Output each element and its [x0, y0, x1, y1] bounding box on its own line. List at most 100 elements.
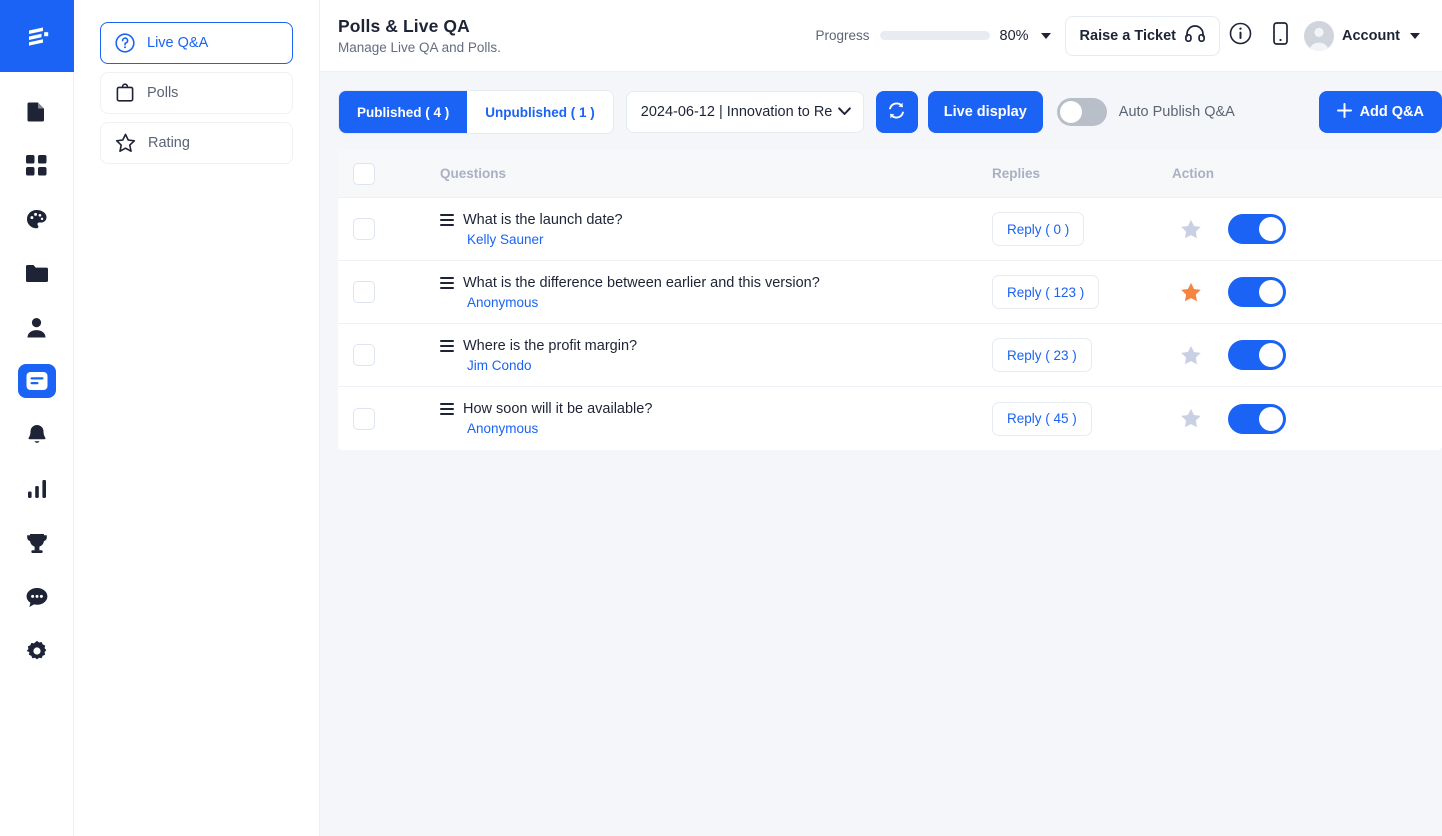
action-controls: [1172, 403, 1442, 434]
session-select-value: 2024-06-12 | Innovation to Re: [640, 104, 833, 120]
select-all-checkbox[interactable]: [353, 162, 375, 185]
rail-item-settings[interactable]: [18, 634, 56, 668]
row-checkbox[interactable]: [353, 281, 375, 303]
sidebar-item-label-polls: Polls: [147, 85, 179, 101]
info-button[interactable]: [1220, 16, 1260, 56]
avatar: [1304, 20, 1334, 51]
star-outline-icon: [115, 133, 136, 153]
rail-item-polls-qa[interactable]: [17, 364, 56, 398]
sidebar-item-rating[interactable]: Rating: [100, 122, 293, 164]
question-main: Where is the profit margin?: [440, 338, 992, 354]
bell-icon: [28, 425, 45, 443]
refresh-button[interactable]: [875, 91, 918, 133]
mobile-preview-button[interactable]: [1260, 16, 1300, 56]
account-menu[interactable]: Account: [1304, 20, 1420, 51]
rail-item-attendees[interactable]: [18, 310, 56, 344]
progress-percent: 80%: [999, 27, 1029, 44]
star-icon[interactable]: [1180, 408, 1202, 429]
session-select[interactable]: 2024-06-12 | Innovation to Re: [625, 91, 864, 133]
column-header-action: Action: [1172, 166, 1214, 181]
rail-item-design[interactable]: [18, 202, 56, 236]
progress-indicator: Progress 80%: [815, 27, 1051, 44]
secondary-sidebar: Live Q&A Polls Rating: [74, 0, 320, 836]
add-qa-button[interactable]: Add Q&A: [1318, 91, 1442, 133]
app-logo[interactable]: [0, 0, 74, 72]
publish-toggle[interactable]: [1228, 214, 1286, 244]
table-row: What is the launch date? Kelly Sauner Repl…: [338, 198, 1442, 261]
grid-squares-icon: [26, 154, 47, 175]
star-icon[interactable]: [1180, 219, 1202, 240]
publish-toggle[interactable]: [1228, 403, 1286, 434]
row-checkbox[interactable]: [353, 344, 375, 366]
table-row: What is the difference between earlier a…: [338, 261, 1442, 324]
rail-item-leaderboard[interactable]: [18, 526, 56, 560]
row-select-cell: [338, 344, 438, 366]
tab-unpublished[interactable]: Unpublished ( 1 ): [467, 91, 613, 133]
table-body: What is the launch date? Kelly Sauner Repl…: [338, 198, 1442, 450]
question-author[interactable]: Anonymous: [467, 421, 992, 436]
trophy-icon: [26, 533, 47, 553]
clipboard-icon: [115, 83, 135, 103]
action-controls: [1172, 277, 1442, 307]
sidebar-item-polls[interactable]: Polls: [100, 72, 293, 114]
replies-cell: Reply ( 123 ): [992, 275, 1172, 309]
question-main: How soon will it be available?: [440, 401, 992, 417]
rail-item-analytics[interactable]: [18, 472, 56, 506]
top-bar: Polls & Live QA Manage Live QA and Polls…: [320, 0, 1442, 72]
question-main: What is the difference between earlier a…: [440, 275, 992, 291]
reply-button[interactable]: Reply ( 123 ): [992, 275, 1100, 309]
reply-button[interactable]: Reply ( 0 ): [992, 212, 1085, 246]
question-text: What is the difference between earlier a…: [463, 274, 820, 291]
raise-ticket-button[interactable]: Raise a Ticket: [1064, 15, 1220, 56]
live-display-button[interactable]: Live display: [927, 91, 1043, 133]
row-checkbox[interactable]: [353, 218, 375, 240]
rail-item-notifications[interactable]: [18, 418, 56, 452]
action-cell: [1172, 340, 1442, 370]
rail-item-files[interactable]: [18, 256, 56, 290]
publish-toggle-knob: [1259, 343, 1283, 367]
drag-handle-icon[interactable]: [440, 339, 454, 352]
auto-publish-toggle[interactable]: [1056, 98, 1107, 126]
action-cell: [1172, 214, 1442, 244]
tab-published[interactable]: Published ( 4 ): [339, 91, 468, 133]
drag-handle-icon[interactable]: [440, 213, 454, 226]
star-icon[interactable]: [1180, 282, 1202, 303]
account-chevron-down-icon: [1410, 32, 1420, 39]
reply-button[interactable]: Reply ( 45 ): [992, 401, 1092, 436]
progress-chevron-down-icon[interactable]: [1040, 32, 1051, 39]
rail-item-document[interactable]: [18, 94, 56, 128]
drag-handle-icon[interactable]: [440, 276, 454, 289]
palette-icon: [26, 209, 47, 228]
gear-icon: [26, 640, 46, 660]
raise-ticket-label: Raise a Ticket: [1079, 27, 1176, 44]
question-author[interactable]: Anonymous: [467, 295, 992, 310]
add-qa-label: Add Q&A: [1359, 104, 1424, 120]
reply-button[interactable]: Reply ( 23 ): [992, 338, 1092, 372]
rail-item-dashboard[interactable]: [18, 148, 56, 182]
select-all-cell: [338, 162, 438, 185]
action-cell: [1172, 403, 1442, 434]
publish-toggle[interactable]: [1228, 277, 1286, 307]
replies-cell: Reply ( 45 ): [992, 401, 1172, 436]
publish-toggle[interactable]: [1228, 340, 1286, 370]
question-author[interactable]: Jim Condo: [467, 358, 992, 373]
question-author[interactable]: Kelly Sauner: [467, 232, 992, 247]
drag-handle-icon[interactable]: [440, 403, 454, 415]
mobile-phone-icon: [1272, 21, 1288, 50]
rail-item-chat[interactable]: [18, 580, 56, 614]
row-checkbox[interactable]: [353, 407, 375, 430]
question-text: Where is the profit margin?: [463, 337, 638, 354]
publish-state-tabs: Published ( 4 ) Unpublished ( 1 ): [338, 90, 614, 134]
star-icon[interactable]: [1180, 345, 1202, 366]
replies-cell: Reply ( 23 ): [992, 338, 1172, 372]
auto-publish-label: Auto Publish Q&A: [1118, 104, 1235, 120]
table-header-row: Questions Replies Action: [338, 150, 1442, 198]
sidebar-item-live-qa[interactable]: Live Q&A: [100, 22, 293, 64]
action-controls: [1172, 214, 1442, 244]
action-cell: [1172, 277, 1442, 307]
plus-icon: [1336, 102, 1352, 122]
row-select-cell: [338, 407, 438, 430]
sidebar-item-label-rating: Rating: [148, 135, 190, 151]
info-circle-icon: [1229, 22, 1252, 50]
title-block: Polls & Live QA Manage Live QA and Polls…: [338, 16, 501, 55]
